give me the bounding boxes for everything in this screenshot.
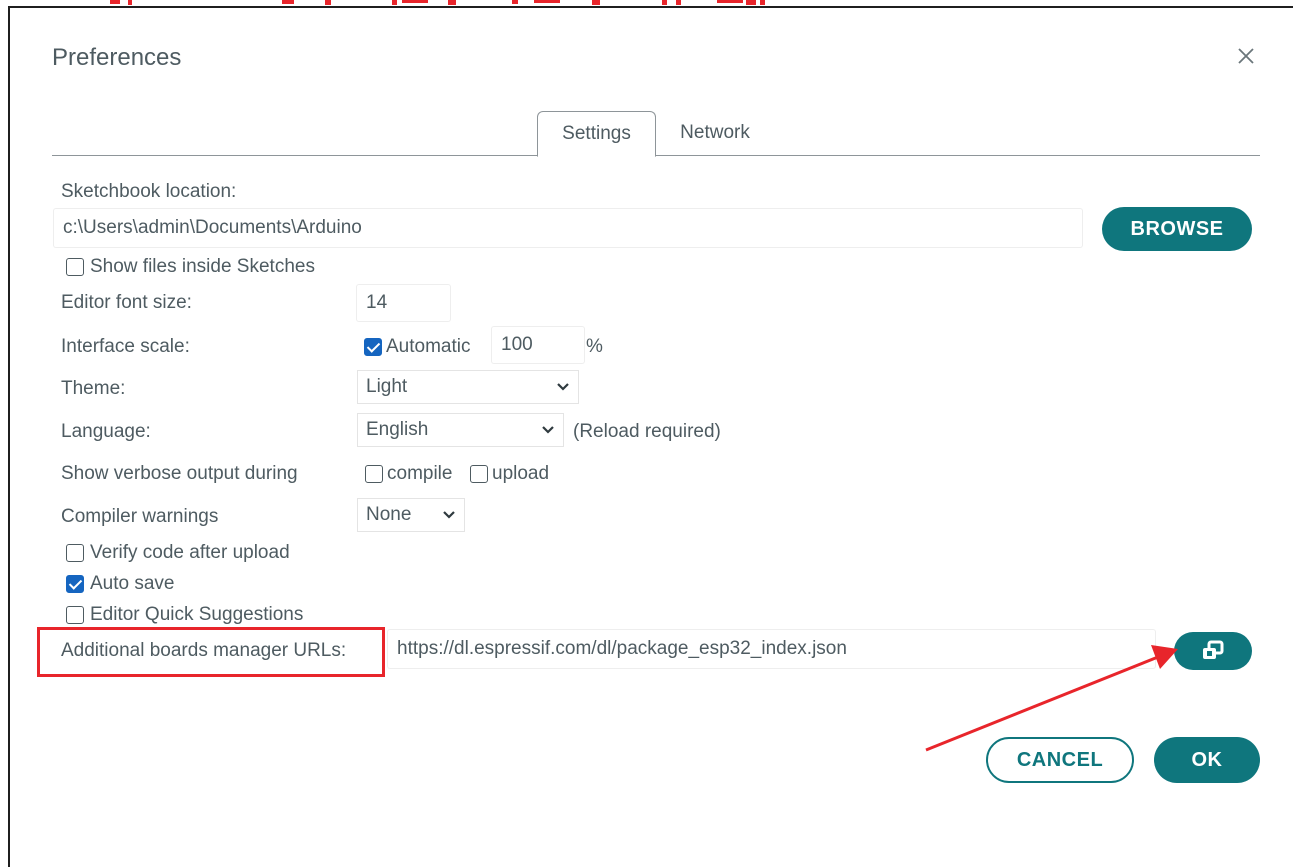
ok-button[interactable]: OK: [1154, 737, 1260, 783]
cancel-button[interactable]: CANCEL: [986, 737, 1134, 783]
